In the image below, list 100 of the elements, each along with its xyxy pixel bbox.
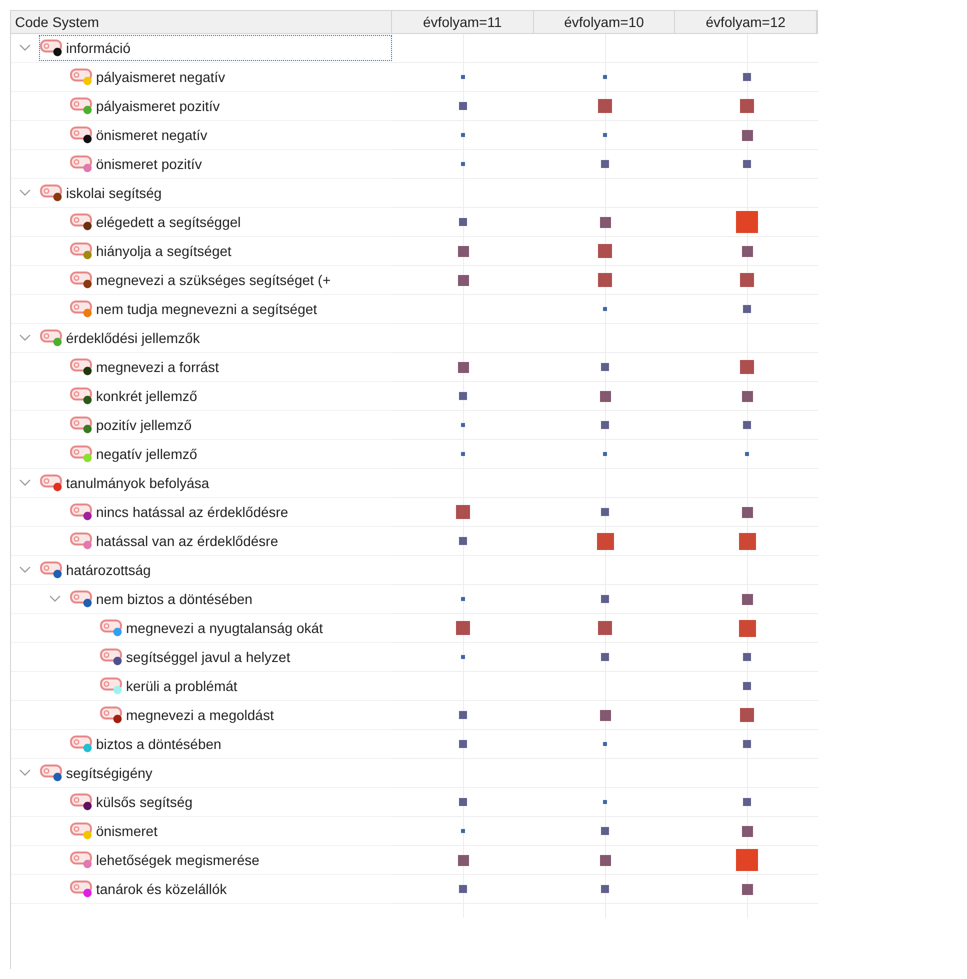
- code-item[interactable]: konkrét jellemző: [69, 383, 204, 409]
- code-item[interactable]: információ: [39, 35, 392, 61]
- code-tag-icon: [70, 300, 94, 318]
- frequency-square: [461, 655, 465, 659]
- chevron-icon[interactable]: [19, 769, 31, 777]
- code-item[interactable]: segítséggel javul a helyzet: [99, 644, 298, 670]
- code-tag-icon: [40, 39, 64, 57]
- frequency-square: [596, 532, 614, 550]
- frequency-square: [743, 421, 751, 429]
- frequency-square: [456, 621, 470, 635]
- code-item[interactable]: elégedett a segítséggel: [69, 209, 248, 235]
- frequency-square: [600, 216, 610, 228]
- frequency-square: [740, 273, 754, 287]
- code-tag-icon: [70, 387, 94, 405]
- frequency-square: [459, 711, 467, 719]
- column-header[interactable]: Code System: [11, 11, 392, 33]
- frequency-square: [743, 682, 751, 690]
- frequency-square: [601, 827, 609, 835]
- frequency-square: [459, 885, 467, 893]
- frequency-square: [742, 826, 752, 836]
- code-item[interactable]: biztos a döntésében: [69, 731, 228, 757]
- code-item[interactable]: érdeklődési jellemzők: [39, 325, 207, 351]
- chevron-icon[interactable]: [19, 189, 31, 197]
- code-item[interactable]: önismeret: [69, 818, 164, 844]
- frequency-square: [743, 740, 751, 748]
- frequency-square: [603, 452, 607, 456]
- chevron-icon[interactable]: [19, 566, 31, 574]
- frequency-square: [461, 423, 465, 427]
- code-tag-icon: [40, 184, 64, 202]
- chevron-icon[interactable]: [49, 595, 61, 603]
- code-item[interactable]: nem biztos a döntésében: [69, 586, 260, 612]
- frequency-square: [742, 246, 752, 256]
- frequency-square: [603, 742, 607, 746]
- column-header[interactable]: évfolyam=12: [675, 11, 817, 33]
- chevron-icon[interactable]: [19, 479, 31, 487]
- code-item[interactable]: megnevezi a szükséges segítséget (+: [69, 267, 338, 293]
- code-item[interactable]: nem tudja megnevezni a segítséget: [69, 296, 324, 322]
- code-tag-icon: [70, 155, 94, 173]
- code-tag-icon: [70, 416, 94, 434]
- frequency-square: [459, 740, 467, 748]
- code-item[interactable]: kerüli a problémát: [99, 673, 244, 699]
- frequency-square: [600, 710, 610, 720]
- code-tag-icon: [70, 97, 94, 115]
- code-tag-icon: [70, 590, 94, 608]
- code-item[interactable]: megnevezi a megoldást: [99, 702, 281, 728]
- code-item[interactable]: hatással van az érdeklődésre: [69, 528, 286, 554]
- frequency-square: [601, 653, 609, 661]
- frequency-square: [740, 708, 754, 722]
- code-item[interactable]: negatív jellemző: [69, 441, 204, 467]
- code-tag-icon: [40, 474, 64, 492]
- frequency-square: [461, 452, 465, 456]
- frequency-square: [740, 99, 754, 113]
- code-item[interactable]: pályaismeret pozitív: [69, 93, 227, 119]
- code-item[interactable]: önismeret negatív: [69, 122, 214, 148]
- frequency-square: [458, 362, 468, 372]
- code-tag-icon: [70, 213, 94, 231]
- code-item[interactable]: megnevezi a forrást: [69, 354, 226, 380]
- frequency-square: [600, 854, 610, 866]
- code-item[interactable]: határozottság: [39, 557, 158, 583]
- frequency-square: [601, 595, 609, 603]
- frequency-square: [459, 218, 467, 226]
- code-tag-icon: [70, 503, 94, 521]
- frequency-square: [603, 133, 607, 137]
- frequency-square: [736, 849, 758, 871]
- code-item[interactable]: segítségigény: [39, 760, 160, 786]
- chevron-icon[interactable]: [19, 44, 31, 52]
- column-header[interactable]: évfolyam=11: [392, 11, 534, 33]
- frequency-square: [598, 273, 612, 287]
- code-item[interactable]: megnevezi a nyugtalanság okát: [99, 615, 330, 641]
- frequency-square: [456, 505, 470, 519]
- code-item[interactable]: hiányolja a segítséget: [69, 238, 238, 264]
- code-tag-icon: [100, 619, 124, 637]
- code-tag-icon: [70, 851, 94, 869]
- code-item[interactable]: külsős segítség: [69, 789, 200, 815]
- code-tag-icon: [100, 677, 124, 695]
- frequency-square: [598, 99, 612, 113]
- frequency-square: [459, 537, 467, 545]
- code-item[interactable]: pozitív jellemző: [69, 412, 199, 438]
- code-item[interactable]: pályaismeret negatív: [69, 64, 232, 90]
- frequency-square: [461, 133, 465, 137]
- frequency-square: [459, 798, 467, 806]
- frequency-square: [743, 160, 751, 168]
- frequency-square: [740, 360, 754, 374]
- frequency-square: [458, 246, 468, 256]
- code-item[interactable]: iskolai segítség: [39, 180, 169, 206]
- frequency-square: [461, 829, 465, 833]
- column-header[interactable]: évfolyam=10: [534, 11, 676, 33]
- code-tag-icon: [70, 271, 94, 289]
- code-item[interactable]: tanárok és közelállók: [69, 876, 234, 902]
- frequency-square: [745, 452, 749, 456]
- chevron-icon[interactable]: [19, 334, 31, 342]
- frequency-square: [458, 854, 468, 866]
- code-tag-icon: [70, 242, 94, 260]
- code-item[interactable]: lehetőségek megismerése: [69, 847, 266, 873]
- code-item[interactable]: nincs hatással az érdeklődésre: [69, 499, 296, 525]
- code-item[interactable]: önismeret pozitív: [69, 151, 209, 177]
- code-item[interactable]: tanulmányok befolyása: [39, 470, 216, 496]
- frequency-square: [461, 75, 465, 79]
- code-tag-icon: [70, 126, 94, 144]
- code-tag-icon: [70, 880, 94, 898]
